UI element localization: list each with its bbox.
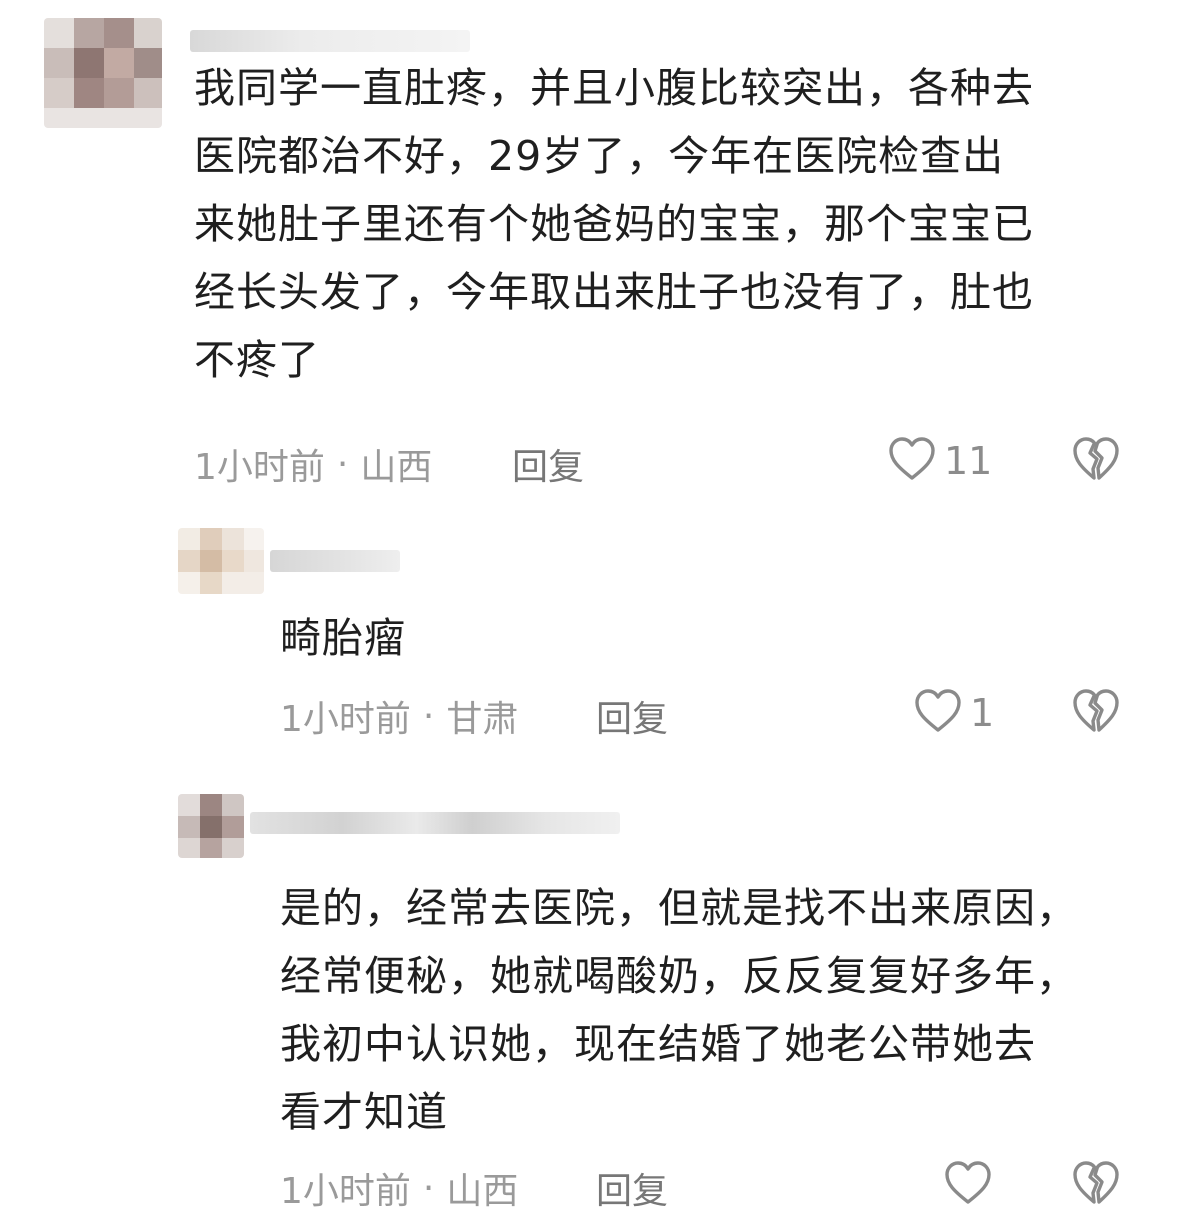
- comment-meta: 1小时前 · 山西: [194, 438, 432, 490]
- comment-line: 医院都治不好，29岁了，今年在医院检查出: [194, 132, 1005, 180]
- like-count: 1: [970, 691, 995, 735]
- comment-text: 畸胎瘤: [280, 604, 1140, 672]
- comment-meta: 1小时前 · 山西: [280, 1162, 518, 1214]
- reply-button[interactable]: 回复: [596, 1162, 668, 1214]
- location: 甘肃: [446, 699, 519, 740]
- comment-line: 我同学一直肚疼，并且小腹比较突出，各种去: [194, 64, 1034, 112]
- comment-1: 我同学一直肚疼，并且小腹比较突出，各种去 医院都治不好，29岁了，今年在医院检查…: [0, 0, 1179, 500]
- comment-line: 经长头发了，今年取出来肚子也没有了，肚也: [194, 268, 1034, 316]
- meta-separator: ·: [336, 443, 349, 485]
- location: 山西: [446, 1171, 519, 1212]
- username-blurred[interactable]: [190, 30, 470, 52]
- comment-line: 看才知道: [280, 1088, 448, 1136]
- comment-line: 我初中认识她，现在结婚了她老公带她去: [280, 1020, 1036, 1068]
- like-button[interactable]: [944, 1160, 1000, 1210]
- comment-line: 不疼了: [194, 336, 320, 384]
- comment-line: 畸胎瘤: [280, 614, 406, 662]
- comment-2: 畸胎瘤 1小时前 · 甘肃 回复 1: [0, 500, 1179, 770]
- dislike-button[interactable]: [1072, 436, 1120, 486]
- timestamp: 1小时前: [280, 699, 411, 740]
- like-button[interactable]: 1: [914, 688, 994, 738]
- avatar-blurred[interactable]: [44, 18, 162, 128]
- comment-meta: 1小时前 · 甘肃: [280, 690, 518, 742]
- reply-button[interactable]: 回复: [596, 690, 668, 742]
- username-blurred[interactable]: [270, 550, 400, 572]
- broken-heart-icon: [1072, 1161, 1120, 1210]
- meta-separator: ·: [422, 1167, 435, 1209]
- location: 山西: [360, 447, 433, 488]
- username-blurred[interactable]: [250, 812, 620, 834]
- reply-button[interactable]: 回复: [512, 438, 584, 490]
- avatar-blurred[interactable]: [178, 528, 264, 594]
- heart-outline-icon: [944, 1160, 992, 1210]
- dislike-button[interactable]: [1072, 688, 1120, 738]
- like-count: 11: [944, 439, 993, 483]
- comment-line: 经常便秘，她就喝酸奶，反反复复好多年，: [280, 952, 1078, 1000]
- heart-outline-icon: [914, 688, 962, 738]
- timestamp: 1小时前: [194, 447, 325, 488]
- comment-line: 是的，经常去医院，但就是找不出来原因，: [280, 884, 1078, 932]
- meta-separator: ·: [422, 695, 435, 737]
- timestamp: 1小时前: [280, 1171, 411, 1212]
- comment-text: 是的，经常去医院，但就是找不出来原因， 经常便秘，她就喝酸奶，反反复复好多年， …: [280, 874, 1160, 1146]
- like-button[interactable]: 11: [888, 436, 992, 486]
- comment-3: 是的，经常去医院，但就是找不出来原因， 经常便秘，她就喝酸奶，反反复复好多年， …: [0, 770, 1179, 1230]
- broken-heart-icon: [1072, 437, 1120, 486]
- heart-outline-icon: [888, 436, 936, 486]
- avatar-blurred[interactable]: [178, 794, 244, 858]
- comment-line: 来她肚子里还有个她爸妈的宝宝，那个宝宝已: [194, 200, 1034, 248]
- dislike-button[interactable]: [1072, 1160, 1120, 1210]
- comment-text: 我同学一直肚疼，并且小腹比较突出，各种去 医院都治不好，29岁了，今年在医院检查…: [194, 54, 1154, 394]
- broken-heart-icon: [1072, 689, 1120, 738]
